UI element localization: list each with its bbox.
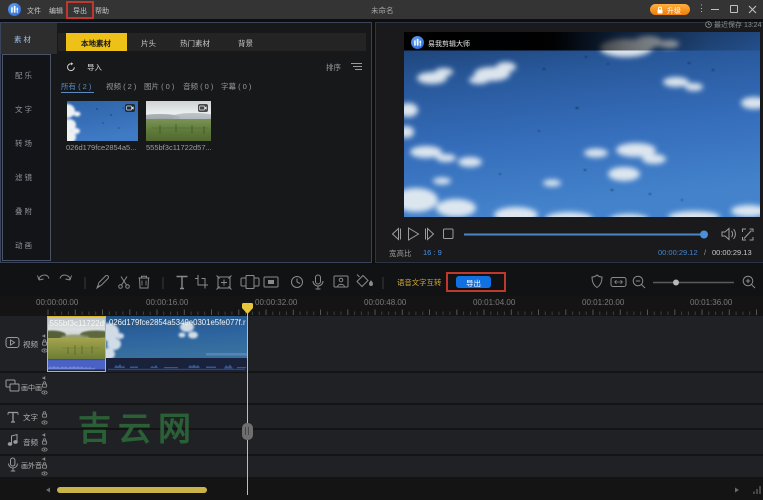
svg-text:026d179fce2854a5349e0301e5fe07: 026d179fce2854a5349e0301e5fe077f.r bbox=[109, 318, 246, 327]
svg-text:555bf3c11722d5: 555bf3c11722d5 bbox=[50, 319, 106, 328]
